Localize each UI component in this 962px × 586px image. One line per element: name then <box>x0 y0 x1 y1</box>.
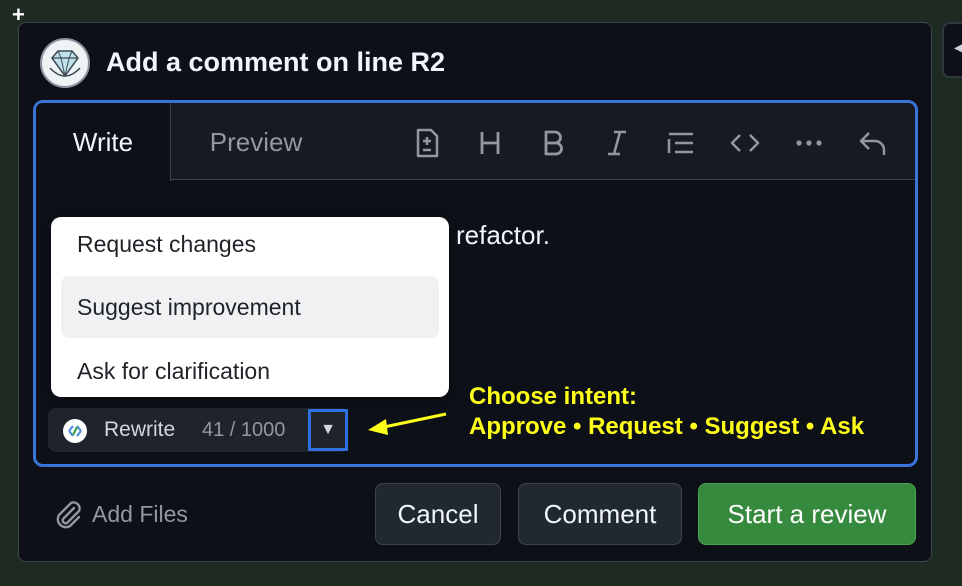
rewrite-button[interactable]: Rewrite <box>104 408 175 452</box>
rewrite-bar: Rewrite 41 / 1000 <box>48 408 348 452</box>
avatar <box>40 38 90 88</box>
start-review-button[interactable]: Start a review <box>698 483 916 545</box>
list-icon[interactable] <box>663 125 699 161</box>
paperclip-icon <box>52 498 82 530</box>
add-files-label: Add Files <box>92 501 188 527</box>
comment-text[interactable]: refactor. <box>456 217 550 253</box>
character-counter: 41 / 1000 <box>202 419 286 441</box>
annotation-text: Choose intent: Approve • Request • Sugge… <box>469 382 864 442</box>
intent-dropdown-menu: Request changes Suggest improvement Ask … <box>51 217 449 397</box>
editor-toolbar: Write Preview <box>36 103 915 181</box>
menu-item-ask-for-clarification[interactable]: Ask for clarification <box>61 340 439 402</box>
menu-item-request-changes[interactable]: Request changes <box>61 213 439 275</box>
rewrite-logo-icon <box>62 418 88 444</box>
menu-item-suggest-improvement[interactable]: Suggest improvement <box>61 276 439 338</box>
tab-preview[interactable]: Preview <box>186 103 326 180</box>
collapse-panel-button[interactable]: ◀ <box>942 22 962 78</box>
annotation-line-2: Approve • Request • Suggest • Ask <box>469 413 865 440</box>
annotation-line-1: Choose intent: <box>469 383 637 410</box>
intent-dropdown-toggle[interactable]: ▼ <box>308 409 348 451</box>
comment-button[interactable]: Comment <box>518 483 682 545</box>
dialog-title: Add a comment on line R2 <box>106 47 446 77</box>
heading-icon[interactable] <box>472 125 508 161</box>
chevron-left-icon: ◀ <box>954 37 962 57</box>
file-diff-icon[interactable] <box>409 125 445 161</box>
tab-write[interactable]: Write <box>36 103 171 181</box>
more-icon[interactable] <box>791 125 827 161</box>
code-icon[interactable] <box>727 125 763 161</box>
cancel-button[interactable]: Cancel <box>375 483 501 545</box>
reply-icon[interactable] <box>855 125 891 161</box>
italic-icon[interactable] <box>599 125 635 161</box>
bold-icon[interactable] <box>536 125 572 161</box>
